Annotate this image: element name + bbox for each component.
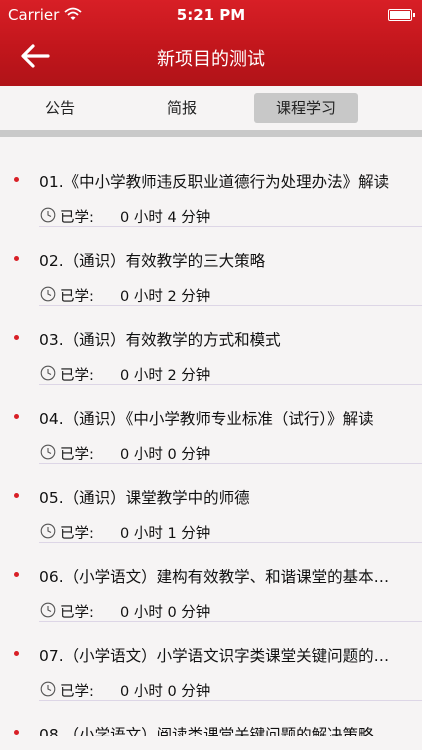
course-title: 06.（小学语文）建构有效教学、和谐课堂的基本… [39,568,390,586]
learned-label: 已学: [60,605,94,621]
clock-icon [40,602,56,618]
clock-icon [40,523,56,539]
bullet-dot [14,177,19,182]
tab-announcement[interactable]: 公告 [20,93,100,123]
page-title: 新项目的测试 [157,49,265,70]
course-item-02[interactable]: 02.（通识）有效教学的三大策略 已学: 0 小时 2 分钟 [0,227,422,306]
course-duration: 0 小时 1 分钟 [120,526,211,542]
tab-briefing[interactable]: 简报 [142,93,222,123]
tab-divider [0,130,422,137]
course-list[interactable]: 01.《中小学教师违反职业道德行为处理办法》解读 已学: 0 小时 4 分钟 0… [0,148,422,736]
course-duration: 0 小时 2 分钟 [120,289,211,305]
course-duration: 0 小时 0 分钟 [120,605,211,621]
course-duration: 0 小时 2 分钟 [120,368,211,384]
course-item-04[interactable]: 04.（通识）《中小学教师专业标准（试行）》解读 已学: 0 小时 0 分钟 [0,385,422,464]
learned-label: 已学: [60,289,94,305]
course-item-08[interactable]: 08.（小学语文）阅读类课堂关键问题的解决策略 [0,701,422,736]
course-duration: 0 小时 0 分钟 [120,447,211,463]
course-item-05[interactable]: 05.（通识）课堂教学中的师德 已学: 0 小时 1 分钟 [0,464,422,543]
course-title: 03.（通识）有效教学的方式和模式 [39,331,281,349]
course-item-06[interactable]: 06.（小学语文）建构有效教学、和谐课堂的基本… 已学: 0 小时 0 分钟 [0,543,422,622]
course-title: 07.（小学语文）小学语文识字类课堂关键问题的… [39,647,390,665]
bullet-dot [14,730,19,735]
list-footer [0,736,422,750]
course-title: 05.（通识）课堂教学中的师德 [39,489,250,507]
bullet-dot [14,493,19,498]
clock-icon [40,207,56,223]
clock-icon [40,286,56,302]
learned-label: 已学: [60,684,94,700]
learned-label: 已学: [60,526,94,542]
status-time: 5:21 PM [176,6,246,24]
status-bar: Carrier 5:21 PM [0,0,422,30]
course-title: 02.（通识）有效教学的三大策略 [39,252,266,270]
course-title: 08.（小学语文）阅读类课堂关键问题的解决策略 [39,726,374,736]
course-item-07[interactable]: 07.（小学语文）小学语文识字类课堂关键问题的… 已学: 0 小时 0 分钟 [0,622,422,701]
learned-label: 已学: [60,368,94,384]
clock-icon [40,444,56,460]
tab-bar: 公告 简报 课程学习 [0,86,422,130]
bullet-dot [14,256,19,261]
battery-icon [388,9,415,21]
course-title: 04.（通识）《中小学教师专业标准（试行）》解读 [39,410,374,428]
course-duration: 0 小时 0 分钟 [120,684,211,700]
clock-icon [40,365,56,381]
course-duration: 0 小时 4 分钟 [120,210,211,226]
bullet-dot [14,414,19,419]
bullet-dot [14,651,19,656]
tab-course-study[interactable]: 课程学习 [254,93,358,123]
bullet-dot [14,572,19,577]
course-title: 01.《中小学教师违反职业道德行为处理办法》解读 [39,173,390,191]
learned-label: 已学: [60,447,94,463]
course-item-01[interactable]: 01.《中小学教师违反职业道德行为处理办法》解读 已学: 0 小时 4 分钟 [0,148,422,227]
learned-label: 已学: [60,210,94,226]
bullet-dot [14,335,19,340]
navigation-bar: Carrier 5:21 PM 新项目的测试 [0,0,422,86]
clock-icon [40,681,56,697]
course-item-03[interactable]: 03.（通识）有效教学的方式和模式 已学: 0 小时 2 分钟 [0,306,422,385]
